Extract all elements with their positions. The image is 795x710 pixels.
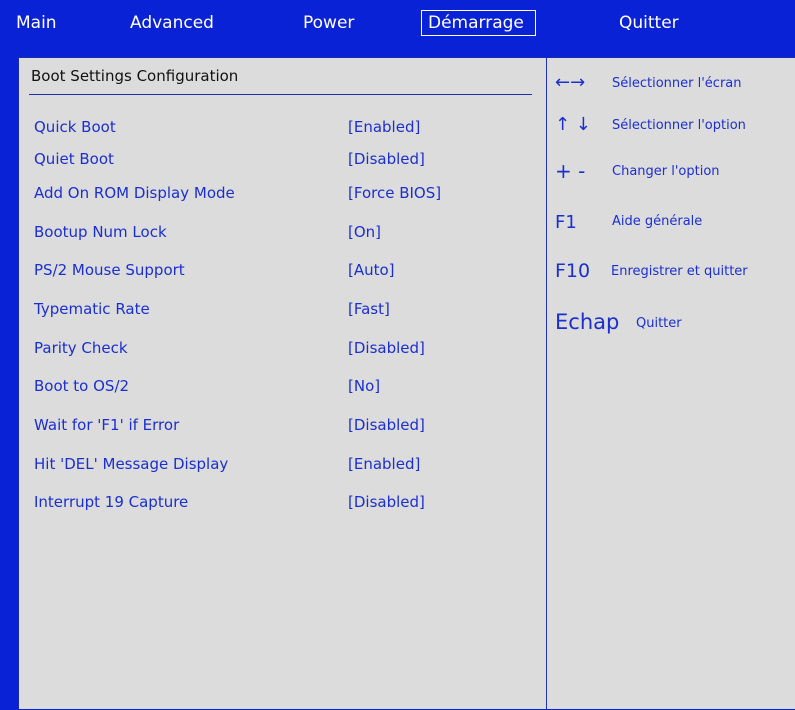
option-boot-to-os2[interactable]: Boot to OS/2 [No] [19,377,539,401]
help-desc: Enregistrer et quitter [611,264,748,279]
option-value[interactable]: [No] [348,377,380,395]
help-desc: Sélectionner l'écran [612,76,742,91]
option-label: Add On ROM Display Mode [34,184,235,202]
option-label: Bootup Num Lock [34,223,167,241]
option-label: Quiet Boot [34,150,114,168]
option-label: Interrupt 19 Capture [34,493,189,511]
option-value[interactable]: [Enabled] [348,455,420,473]
option-label: Boot to OS/2 [34,377,130,395]
option-hit-del-message-display[interactable]: Hit 'DEL' Message Display [Enabled] [19,455,539,479]
option-value[interactable]: [Disabled] [348,339,425,357]
option-label: Wait for 'F1' if Error [34,416,180,434]
option-label: Typematic Rate [34,300,150,318]
left-right-arrows-icon: ←→ [555,72,586,93]
help-key-echap: Echap [555,310,620,334]
option-interrupt-19-capture[interactable]: Interrupt 19 Capture [Disabled] [19,493,539,517]
help-desc: Aide générale [612,214,703,229]
option-wait-for-f1-if-error[interactable]: Wait for 'F1' if Error [Disabled] [19,416,539,440]
up-down-arrows-icon: ↑ ↓ [555,114,591,135]
option-ps2-mouse-support[interactable]: PS/2 Mouse Support [Auto] [19,261,539,285]
help-general: F1 Aide générale [549,212,794,242]
menu-bar: Main Advanced Power Démarrage Quitter [0,0,795,51]
option-label: Quick Boot [34,118,116,136]
option-label: Parity Check [34,339,128,357]
help-select-option: ↑ ↓ Sélectionner l'option [549,114,794,140]
option-add-on-rom-display-mode[interactable]: Add On ROM Display Mode [Force BIOS] [19,184,539,208]
option-value[interactable]: [Fast] [348,300,390,318]
option-value[interactable]: [Enabled] [348,118,420,136]
help-key-f1: F1 [555,212,577,233]
bios-screen: Main Advanced Power Démarrage Quitter Bo… [0,0,795,710]
menu-quitter[interactable]: Quitter [619,10,679,36]
option-quick-boot[interactable]: Quick Boot [Enabled] [19,118,539,142]
option-value[interactable]: [Auto] [348,261,395,279]
option-label: Hit 'DEL' Message Display [34,455,229,473]
option-value[interactable]: [Force BIOS] [348,184,441,202]
section-title: Boot Settings Configuration [31,67,239,85]
title-divider [29,94,532,95]
help-change-option: + - Changer l'option [549,159,794,188]
option-value[interactable]: [Disabled] [348,150,425,168]
menu-power[interactable]: Power [303,10,354,36]
help-divider [546,58,547,710]
option-value[interactable]: [Disabled] [348,493,425,511]
option-value[interactable]: [Disabled] [348,416,425,434]
option-typematic-rate[interactable]: Typematic Rate [Fast] [19,300,539,324]
menu-main[interactable]: Main [16,10,57,36]
help-save-exit: F10 Enregistrer et quitter [549,259,794,289]
option-bootup-num-lock[interactable]: Bootup Num Lock [On] [19,223,539,247]
option-value[interactable]: [On] [348,223,381,241]
help-desc: Sélectionner l'option [612,118,746,133]
menu-advanced[interactable]: Advanced [130,10,214,36]
help-key-f10: F10 [555,260,591,282]
plus-minus-icon: + - [555,159,586,183]
help-desc: Quitter [636,316,682,331]
help-escape: Echap Quitter [549,310,794,344]
help-select-screen: ←→ Sélectionner l'écran [549,72,794,98]
option-label: PS/2 Mouse Support [34,261,185,279]
settings-panel: Boot Settings Configuration Quick Boot [… [18,57,795,710]
help-desc: Changer l'option [612,164,720,179]
option-quiet-boot[interactable]: Quiet Boot [Disabled] [19,150,539,174]
option-parity-check[interactable]: Parity Check [Disabled] [19,339,539,363]
menu-demarrage[interactable]: Démarrage [421,10,536,36]
